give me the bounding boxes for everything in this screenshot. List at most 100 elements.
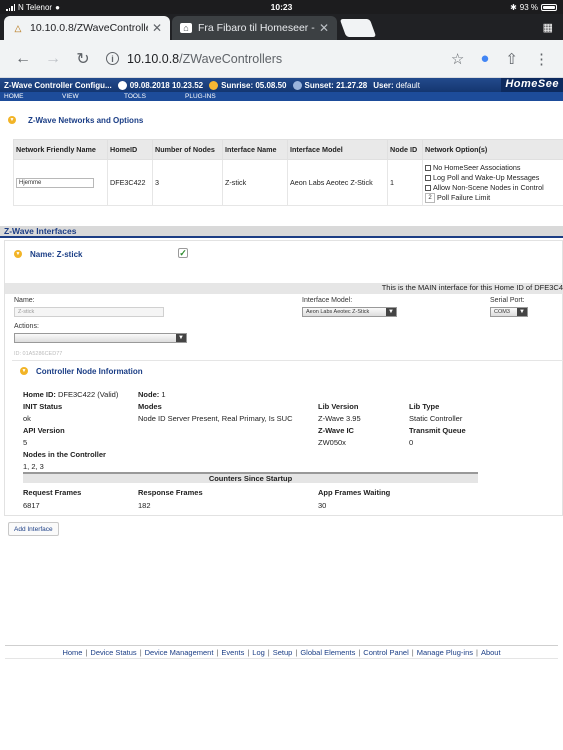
zwave-ic-value: ZW050x: [318, 438, 346, 447]
footer-link-log[interactable]: Log: [252, 648, 265, 657]
user-label: User:: [373, 80, 394, 90]
info-icon[interactable]: i: [106, 52, 119, 65]
tab-title: 10.10.0.8/ZWaveControllers: [30, 22, 148, 34]
col-network-name: Network Friendly Name: [13, 139, 108, 160]
controller-title: Controller Node Information: [36, 366, 143, 376]
lib-version-value: Z-Wave 3.95: [318, 414, 361, 423]
main-interface-note: This is the MAIN interface for this Home…: [5, 283, 563, 294]
option-log-poll[interactable]: Log Poll and Wake-Up Messages: [425, 173, 563, 183]
response-frames-label: Response Frames: [138, 488, 203, 497]
tab-switcher-icon[interactable]: ▦: [543, 21, 553, 34]
sunset-icon: [292, 80, 302, 90]
tab-fibaro-homeseer[interactable]: ⌂ Fra Fibaro til Homeseer - Ho ✕: [172, 16, 337, 40]
poll-failure-limit: 2 Poll Failure Limit: [425, 192, 563, 203]
footer-link-device-status[interactable]: Device Status: [90, 648, 136, 657]
interface-name-header[interactable]: ▼ Name: Z-stick: [6, 247, 82, 261]
footer-link-home[interactable]: Home: [62, 648, 82, 657]
col-home-id: HomeID: [107, 139, 153, 160]
homeseer-header: Z-Wave Controller Configu... 09.08.2018 …: [0, 78, 563, 92]
serial-port-label: Serial Port:: [490, 297, 525, 304]
footer-link-about[interactable]: About: [481, 648, 501, 657]
user-name: default: [395, 80, 420, 90]
request-frames-value: 6817: [23, 501, 40, 510]
url-field[interactable]: i 10.10.0.8/ZWaveControllers: [106, 52, 451, 66]
menu-plugins[interactable]: PLUG-INS: [185, 93, 245, 100]
controller-panel: [12, 360, 563, 516]
reload-icon[interactable]: ↻: [68, 49, 98, 69]
interface-id-text: ID: 01A5286CED77: [14, 351, 63, 357]
clock-icon: [117, 80, 127, 90]
api-version-label: API Version: [23, 426, 65, 435]
footer-link-setup[interactable]: Setup: [273, 648, 293, 657]
close-tab-icon[interactable]: ✕: [319, 21, 329, 35]
collapse-icon[interactable]: ▼: [14, 250, 22, 258]
app-frames-label: App Frames Waiting: [318, 488, 391, 497]
footer-link-control-panel[interactable]: Control Panel: [363, 648, 408, 657]
interfaces-section-header: Z-Wave Interfaces: [0, 226, 563, 238]
tab-title: Fra Fibaro til Homeseer - Ho: [198, 22, 315, 34]
collapse-icon[interactable]: ▼: [20, 367, 28, 375]
sunset-label: Sunset:: [304, 80, 334, 90]
poll-failure-input[interactable]: 2: [425, 192, 435, 203]
current-datetime: 09.08.2018 10.23.52: [129, 80, 204, 90]
network-name-input[interactable]: Hjemme: [16, 177, 94, 188]
interface-name-cell: Z-stick: [222, 159, 288, 206]
main-menu: HOME VIEW TOOLS PLUG-INS: [0, 92, 563, 101]
checkbox-icon[interactable]: [425, 174, 431, 181]
request-frames-label: Request Frames: [23, 488, 82, 497]
init-status-label: INIT Status: [23, 402, 63, 411]
lib-type-value: Static Controller: [409, 414, 463, 423]
microphone-icon[interactable]: ●: [480, 50, 489, 68]
footer-link-events[interactable]: Events: [221, 648, 244, 657]
url-host: 10.10.0.8: [127, 51, 180, 66]
checkbox-icon[interactable]: [425, 184, 431, 191]
controller-section-header[interactable]: ▼ Controller Node Information: [12, 365, 143, 377]
tab-strip: △ 10.10.0.8/ZWaveControllers ✕ ⌂ Fra Fib…: [0, 14, 563, 40]
url-path: /ZWaveControllers: [179, 51, 283, 66]
col-interface-name: Interface Name: [222, 139, 288, 160]
col-node-id: Node ID: [387, 139, 423, 160]
menu-tools[interactable]: TOOLS: [124, 93, 185, 100]
forward-arrow-icon[interactable]: →: [38, 50, 68, 68]
transmit-queue-value: 0: [409, 438, 414, 447]
back-arrow-icon[interactable]: ←: [8, 50, 38, 68]
name-field-label: Name:: [14, 297, 35, 304]
node-value: 1: [161, 390, 166, 399]
counters-title: Counters Since Startup: [23, 472, 478, 483]
add-interface-button[interactable]: Add Interface: [8, 522, 59, 536]
menu-view[interactable]: VIEW: [62, 93, 124, 100]
lib-version-label: Lib Version: [318, 402, 359, 411]
modes-value: Node ID Server Present, Real Primary, Is…: [138, 414, 293, 423]
interface-model-select[interactable]: Aeon Labs Aeotec Z-Stick ▼: [302, 307, 397, 317]
collapse-icon[interactable]: ▼: [8, 116, 16, 124]
col-interface-model: Interface Model: [287, 139, 388, 160]
share-icon[interactable]: ⇧: [505, 50, 518, 68]
chevron-down-icon: ▼: [176, 334, 186, 342]
address-bar: ← → ↻ i 10.10.0.8/ZWaveControllers ☆ ● ⇧…: [0, 40, 563, 78]
menu-home[interactable]: HOME: [0, 93, 62, 100]
node-label: Node:: [138, 390, 160, 399]
networks-section-header[interactable]: ▼ Z-Wave Networks and Options: [0, 111, 563, 129]
footer-link-device-management[interactable]: Device Management: [145, 648, 214, 657]
new-tab-button[interactable]: [339, 19, 377, 37]
sunrise-label: Sunrise:: [221, 80, 254, 90]
home-id-label: Home ID:: [23, 390, 56, 399]
bookmark-star-icon[interactable]: ☆: [451, 50, 464, 68]
footer-link-manage-plugins[interactable]: Manage Plug-ins: [417, 648, 473, 657]
more-menu-icon[interactable]: ⋮: [534, 50, 549, 68]
footer-link-global-elements[interactable]: Global Elements: [300, 648, 355, 657]
clock: 10:23: [270, 2, 293, 12]
zwave-ic-label: Z-Wave IC: [318, 426, 354, 435]
interface-name-input[interactable]: Z-stick: [14, 307, 164, 317]
close-tab-icon[interactable]: ✕: [152, 21, 162, 35]
tab-zwave-controllers[interactable]: △ 10.10.0.8/ZWaveControllers ✕: [4, 16, 170, 40]
actions-select[interactable]: ▼: [14, 333, 187, 343]
option-allow-non-scene[interactable]: Allow Non-Scene Nodes in Control: [425, 183, 563, 193]
checkbox-icon[interactable]: [425, 164, 431, 171]
serial-port-select[interactable]: COM3 ▼: [490, 307, 528, 317]
enabled-checkmark-icon[interactable]: ✓: [178, 248, 188, 258]
sunrise-icon: [209, 80, 219, 90]
api-version-value: 5: [23, 438, 28, 447]
option-no-associations[interactable]: No HomeSeer Associations: [425, 163, 563, 173]
actions-label: Actions:: [14, 323, 39, 330]
